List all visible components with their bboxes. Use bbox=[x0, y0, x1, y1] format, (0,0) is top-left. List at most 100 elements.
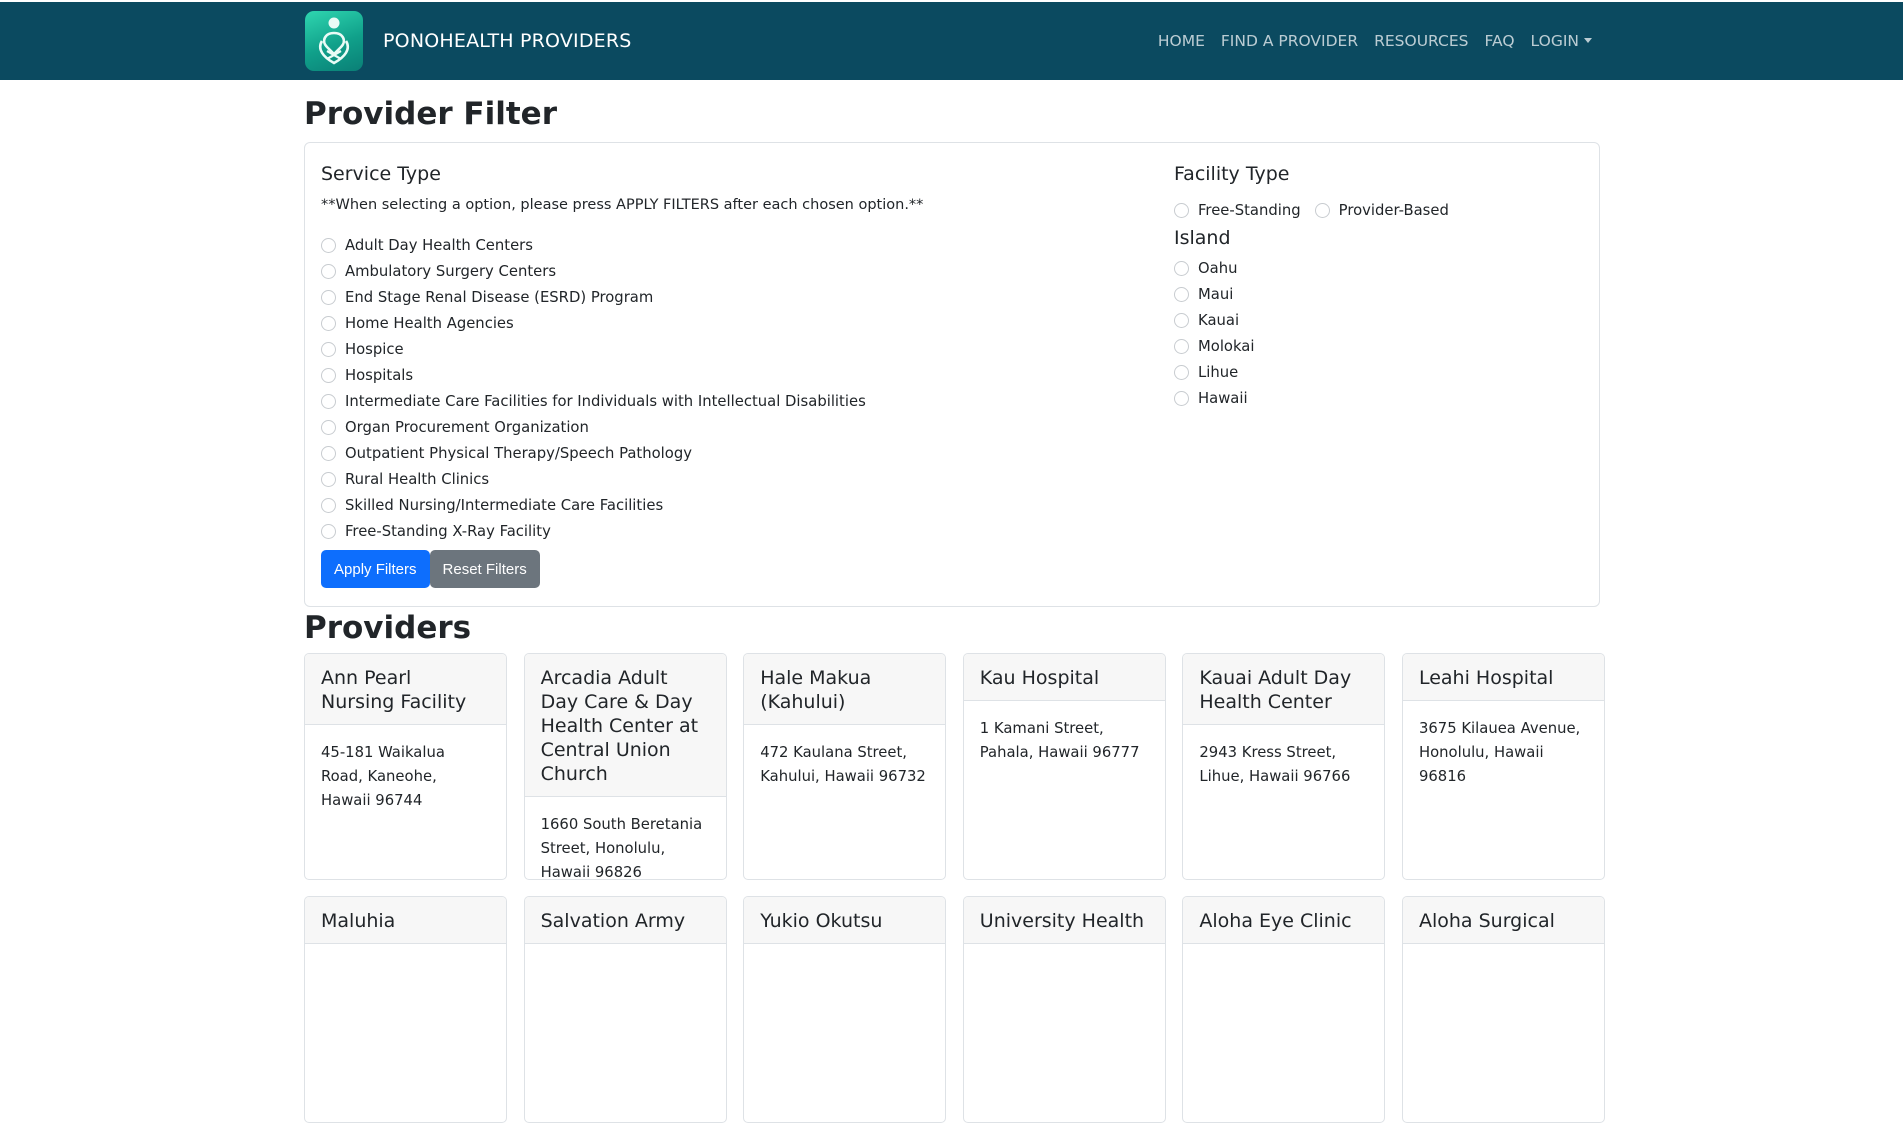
radio-button[interactable] bbox=[321, 263, 336, 279]
island-option[interactable]: Lihue bbox=[1174, 359, 1574, 385]
facility-type-options: Free-Standing Provider-Based bbox=[1174, 197, 1574, 223]
service-option[interactable]: Ambulatory Surgery Centers bbox=[321, 258, 1121, 284]
island-option[interactable]: Molokai bbox=[1174, 333, 1574, 359]
island-option-label: Maui bbox=[1198, 285, 1234, 303]
brand[interactable]: PONOHEALTH PROVIDERS bbox=[305, 11, 632, 71]
provider-address: 3675 Kilauea Avenue, Honolulu, Hawaii 96… bbox=[1418, 720, 1581, 785]
service-option[interactable]: Rural Health Clinics bbox=[321, 466, 1121, 492]
radio-button[interactable] bbox=[1174, 390, 1189, 406]
service-option[interactable]: Intermediate Care Facilities for Individ… bbox=[321, 388, 1121, 414]
provider-name: Kauai Adult Day Health Center bbox=[1183, 654, 1385, 725]
radio-button[interactable] bbox=[321, 341, 336, 357]
provider-card[interactable]: Kauai Adult Day Health Center 2943 Kress … bbox=[1182, 653, 1386, 880]
provider-name: Aloha Surgical bbox=[1402, 897, 1604, 944]
nav-resources[interactable]: RESOURCES bbox=[1374, 32, 1468, 50]
top-navbar: PONOHEALTH PROVIDERS HOME FIND A PROVIDE… bbox=[0, 2, 1903, 80]
filter-note: **When selecting a option, please press … bbox=[321, 197, 924, 213]
service-option[interactable]: Hospitals bbox=[321, 362, 1121, 388]
radio-button[interactable] bbox=[1174, 202, 1189, 218]
provider-name: Aloha Eye Clinic bbox=[1183, 897, 1385, 944]
radio-button[interactable] bbox=[1174, 312, 1189, 328]
island-option[interactable]: Oahu bbox=[1174, 255, 1574, 281]
nav-find-a-provider[interactable]: FIND A PROVIDER bbox=[1221, 32, 1358, 50]
filter-buttons: Apply Filters Reset Filters bbox=[321, 550, 1121, 588]
provider-address: 2943 Kress Street, Lihue, Hawaii 96766 bbox=[1199, 744, 1351, 785]
provider-address bbox=[744, 944, 945, 976]
island-option[interactable]: Hawaii bbox=[1174, 385, 1574, 411]
provider-name: Salvation Army bbox=[524, 897, 726, 944]
provider-address bbox=[1403, 944, 1604, 976]
facility-option-label: Free-Standing bbox=[1198, 201, 1301, 219]
provider-card[interactable]: Hale Makua (Kahului) 472 Kaulana Street, … bbox=[743, 653, 947, 880]
service-option[interactable]: End Stage Renal Disease (ESRD) Program bbox=[321, 284, 1121, 310]
radio-button[interactable] bbox=[321, 367, 336, 383]
island-title: Island bbox=[1174, 227, 1231, 249]
provider-card[interactable]: Maluhia bbox=[304, 896, 507, 1123]
provider-card[interactable]: University Health bbox=[962, 896, 1166, 1123]
nav-faq[interactable]: FAQ bbox=[1485, 32, 1515, 50]
service-option[interactable]: Skilled Nursing/Intermediate Care Facili… bbox=[321, 492, 1121, 518]
facility-island-group: Facility Type Free-Standing Provider-Bas… bbox=[1174, 163, 1574, 411]
service-option[interactable]: Outpatient Physical Therapy/Speech Patho… bbox=[321, 440, 1121, 466]
radio-button[interactable] bbox=[321, 237, 336, 253]
service-option-label: Ambulatory Surgery Centers bbox=[345, 262, 557, 280]
radio-button[interactable] bbox=[321, 445, 336, 461]
service-option-label: End Stage Renal Disease (ESRD) Program bbox=[345, 288, 654, 306]
service-option-label: Skilled Nursing/Intermediate Care Facili… bbox=[345, 496, 664, 514]
provider-card[interactable]: Ann Pearl Nursing Facility 45-181 Waikalu… bbox=[304, 653, 507, 880]
radio-button[interactable] bbox=[1174, 338, 1189, 354]
provider-card[interactable]: Aloha Eye Clinic bbox=[1182, 896, 1386, 1123]
caret-down-icon bbox=[1584, 38, 1592, 43]
service-option[interactable]: Free-Standing X-Ray Facility bbox=[321, 518, 1121, 544]
radio-button[interactable] bbox=[321, 393, 336, 409]
provider-name: Ann Pearl Nursing Facility bbox=[305, 654, 506, 725]
provider-name: Hale Makua (Kahului) bbox=[744, 654, 946, 725]
facility-option-free-standing[interactable]: Free-Standing bbox=[1174, 197, 1301, 223]
provider-address: 45-181 Waikalua Road, Kaneohe, Hawaii 96… bbox=[321, 744, 445, 809]
provider-card[interactable]: Leahi Hospital 3675 Kilauea Avenue, Honol… bbox=[1401, 653, 1605, 880]
provider-address bbox=[1183, 944, 1384, 976]
reset-filters-button[interactable]: Reset Filters bbox=[429, 550, 540, 588]
provider-address bbox=[525, 944, 726, 976]
brand-name: PONOHEALTH PROVIDERS bbox=[383, 30, 632, 52]
island-option[interactable]: Maui bbox=[1174, 281, 1574, 307]
nav-login-dropdown[interactable]: LOGIN bbox=[1531, 32, 1592, 50]
service-option[interactable]: Adult Day Health Centers bbox=[321, 232, 1121, 258]
island-option[interactable]: Kauai bbox=[1174, 307, 1574, 333]
service-option-label: Home Health Agencies bbox=[345, 314, 514, 332]
service-option[interactable]: Organ Procurement Organization bbox=[321, 414, 1121, 440]
provider-address: 472 Kaulana Street, Kahului, Hawaii 9673… bbox=[760, 744, 926, 785]
nav-home[interactable]: HOME bbox=[1158, 32, 1205, 50]
radio-button[interactable] bbox=[321, 419, 336, 435]
provider-card[interactable]: Salvation Army bbox=[523, 896, 727, 1123]
providers-grid: Ann Pearl Nursing Facility 45-181 Waikalu… bbox=[304, 653, 1605, 1123]
provider-filter-card: Service Type **When selecting a option, … bbox=[304, 142, 1600, 607]
facility-type-title: Facility Type bbox=[1174, 163, 1290, 185]
radio-button[interactable] bbox=[1174, 260, 1189, 276]
service-option[interactable]: Hospice bbox=[321, 336, 1121, 362]
service-option-label: Adult Day Health Centers bbox=[345, 236, 533, 254]
island-option-label: Molokai bbox=[1198, 337, 1255, 355]
radio-button[interactable] bbox=[321, 497, 336, 513]
service-option-label: Hospice bbox=[345, 340, 404, 358]
provider-card[interactable]: Arcadia Adult Day Care & Day Health Cent… bbox=[523, 653, 727, 880]
facility-option-provider-based[interactable]: Provider-Based bbox=[1314, 197, 1449, 223]
radio-button[interactable] bbox=[321, 471, 336, 487]
provider-card[interactable]: Kau Hospital 1 Kamani Street, Pahala, Haw… bbox=[962, 653, 1166, 880]
radio-button[interactable] bbox=[321, 523, 336, 539]
facility-option-label: Provider-Based bbox=[1338, 201, 1449, 219]
radio-button[interactable] bbox=[321, 315, 336, 331]
apply-filters-button[interactable]: Apply Filters bbox=[321, 550, 430, 588]
service-option[interactable]: Home Health Agencies bbox=[321, 310, 1121, 336]
main-nav: HOME FIND A PROVIDER RESOURCES FAQ LOGIN bbox=[1142, 32, 1592, 50]
radio-button[interactable] bbox=[321, 289, 336, 305]
provider-card[interactable]: Yukio Okutsu bbox=[743, 896, 947, 1123]
radio-button[interactable] bbox=[1174, 286, 1189, 302]
provider-card[interactable]: Aloha Surgical bbox=[1401, 896, 1605, 1123]
service-option-label: Free-Standing X-Ray Facility bbox=[345, 522, 551, 540]
radio-button[interactable] bbox=[1314, 202, 1330, 218]
service-option-label: Intermediate Care Facilities for Individ… bbox=[345, 392, 866, 410]
island-option-label: Kauai bbox=[1198, 311, 1240, 329]
nav-login-label: LOGIN bbox=[1530, 32, 1579, 50]
radio-button[interactable] bbox=[1174, 364, 1189, 380]
